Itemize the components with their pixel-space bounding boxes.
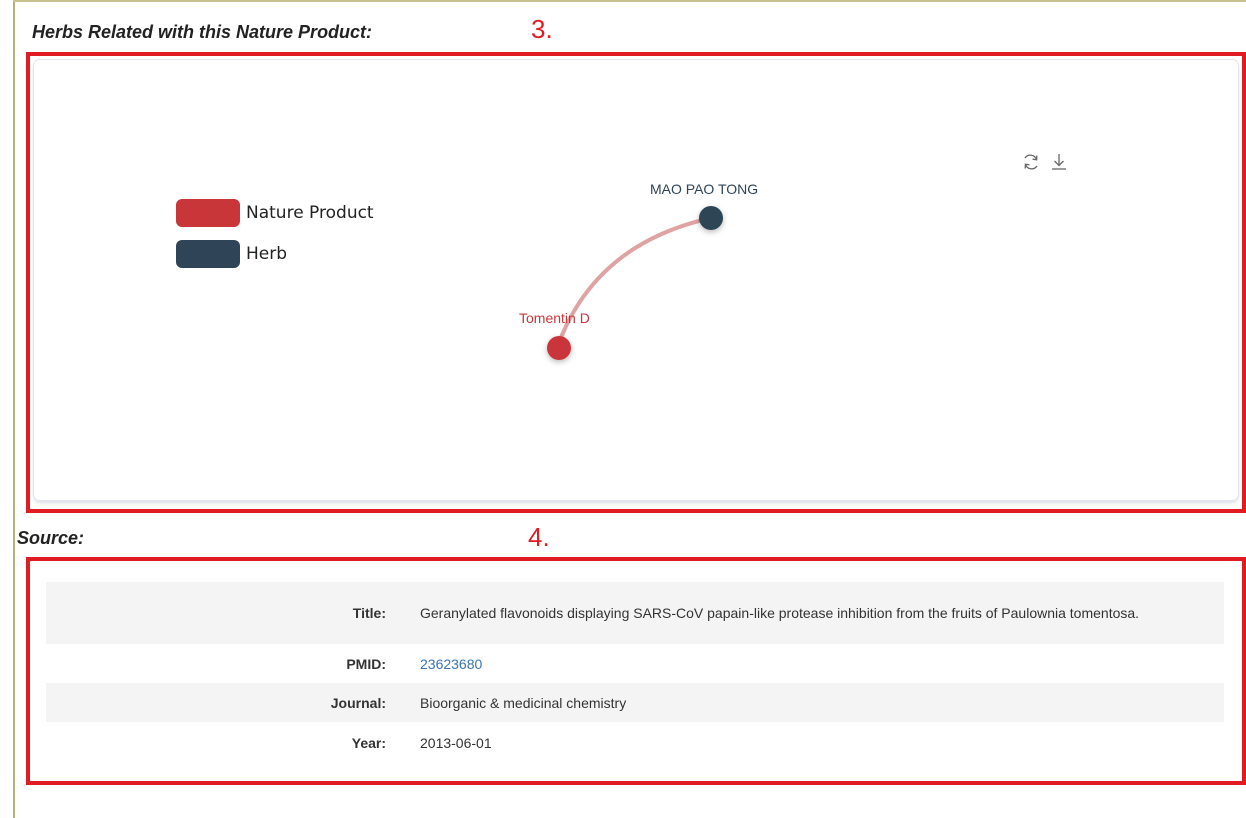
source-year-key: Year: bbox=[351, 734, 386, 751]
page-top-border bbox=[13, 0, 1246, 2]
source-journal-key: Journal: bbox=[330, 694, 386, 711]
nature-product-node-label: Tomentin D bbox=[519, 310, 590, 326]
network-graph-canvas[interactable] bbox=[34, 60, 1238, 500]
source-row-title: Title: Geranylated flavonoids displaying… bbox=[46, 582, 1224, 644]
source-table: Title: Geranylated flavonoids displaying… bbox=[46, 582, 1224, 763]
legend-swatch-nature-product bbox=[176, 199, 240, 227]
page-left-border bbox=[13, 0, 15, 818]
source-journal-value: Bioorganic & medicinal chemistry bbox=[420, 694, 627, 711]
source-title-key: Title: bbox=[352, 605, 386, 621]
refresh-icon[interactable] bbox=[1021, 152, 1041, 172]
source-year-value: 2013-06-01 bbox=[420, 734, 492, 751]
source-row-year: Year: 2013-06-01 bbox=[46, 722, 1224, 763]
graph-node-herb[interactable] bbox=[699, 206, 723, 230]
source-title-value: Geranylated flavonoids displaying SARS-C… bbox=[420, 605, 1140, 621]
herb-node-label: MAO PAO TONG bbox=[650, 181, 759, 197]
graph-edge bbox=[555, 216, 713, 350]
herbs-section-heading: Herbs Related with this Nature Product: bbox=[32, 22, 373, 42]
graph-node-nature-product[interactable] bbox=[547, 336, 571, 360]
pmid-link[interactable]: 23623680 bbox=[420, 656, 482, 672]
annotation-marker-4: 4. bbox=[528, 522, 550, 552]
source-pmid-key: PMID: bbox=[346, 655, 386, 672]
source-section-heading: Source: bbox=[17, 528, 85, 548]
source-row-pmid: PMID: 23623680 bbox=[46, 644, 1224, 683]
source-row-journal: Journal: Bioorganic & medicinal chemistr… bbox=[46, 683, 1224, 722]
legend-swatch-herb bbox=[176, 240, 240, 268]
herb-network-chart[interactable]: MAO PAO TONG Tomentin D Nature Product H… bbox=[34, 60, 1238, 500]
legend-label-herb: Herb bbox=[246, 244, 288, 264]
legend-item-herb[interactable]: Herb bbox=[176, 240, 287, 268]
download-icon[interactable] bbox=[1049, 152, 1069, 172]
legend-label-nature-product: Nature Product bbox=[246, 203, 374, 223]
legend-item-nature-product[interactable]: Nature Product bbox=[176, 199, 374, 227]
annotation-marker-3: 3. bbox=[531, 14, 553, 44]
